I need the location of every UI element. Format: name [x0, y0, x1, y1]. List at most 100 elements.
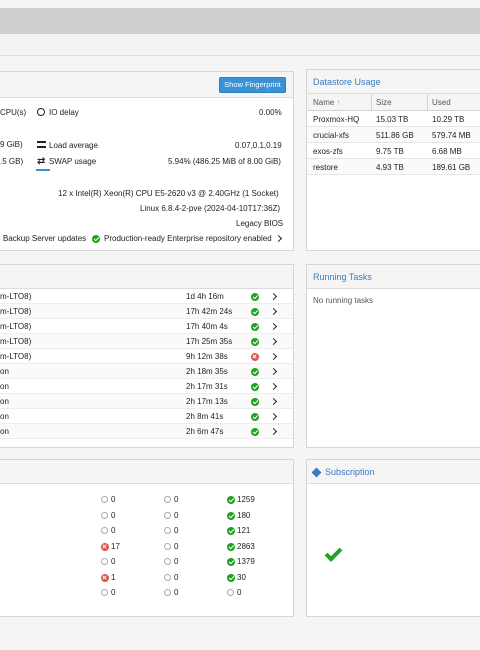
task-duration: 2h 17m 13s [186, 397, 228, 406]
task-row[interactable]: on 2h 17m 31s [0, 379, 293, 394]
task-name: m-LTO8) [0, 307, 32, 316]
count-warning[interactable]: 0 [174, 511, 178, 520]
datastore-size: 15.03 TB [376, 115, 409, 124]
task-row[interactable]: on 2h 8m 41s [0, 409, 293, 424]
task-name: m-LTO8) [0, 292, 32, 301]
unknown-icon [164, 589, 171, 596]
chevron-right-icon[interactable] [269, 337, 278, 346]
task-row[interactable]: m-LTO8) 17h 40m 4s [0, 319, 293, 334]
task-duration: 17h 25m 35s [186, 337, 233, 346]
chevron-right-icon[interactable] [269, 397, 278, 406]
task-duration: 17h 40m 4s [186, 322, 228, 331]
count-error[interactable]: 0 [111, 588, 115, 597]
count-ok[interactable]: 121 [237, 526, 250, 535]
count-ok[interactable]: 180 [237, 511, 250, 520]
error-icon [251, 352, 259, 361]
check-icon [227, 511, 235, 520]
io-delay-value: 0.00% [259, 108, 282, 117]
count-error[interactable]: 17 [111, 542, 120, 551]
task-name: m-LTO8) [0, 322, 32, 331]
chevron-right-icon[interactable] [269, 322, 278, 331]
datastore-size: 4.93 TB [376, 163, 404, 172]
task-name: on [0, 397, 9, 406]
task-name: on [0, 382, 9, 391]
task-summary-header [0, 460, 293, 484]
task-row[interactable]: on 2h 17m 13s [0, 394, 293, 409]
check-icon [251, 307, 259, 316]
count-error[interactable]: 0 [111, 526, 115, 535]
count-error[interactable]: 0 [111, 557, 115, 566]
table-row[interactable]: crucial-xfs 511.86 GB 579.74 MB [307, 127, 480, 143]
column-header-size[interactable]: Size [376, 98, 392, 107]
column-header-name[interactable]: Name ↑ [313, 98, 341, 107]
unknown-icon [227, 589, 234, 596]
datastore-used: 579.74 MB [432, 131, 471, 140]
datastore-name: crucial-xfs [313, 131, 350, 140]
unknown-icon [101, 496, 108, 503]
task-row[interactable]: m-LTO8) 9h 12m 38s [0, 349, 293, 364]
table-row[interactable]: restore 4.93 TB 189.61 GB [307, 159, 480, 175]
task-row[interactable]: m-LTO8) 17h 25m 35s [0, 334, 293, 349]
load-average-label: Load average [49, 141, 98, 150]
check-icon [227, 542, 235, 551]
task-duration: 2h 6m 47s [186, 427, 224, 436]
table-row[interactable]: Proxmox-HQ 15.03 TB 10.29 TB [307, 111, 480, 127]
task-row[interactable]: on 2h 6m 47s [0, 424, 293, 439]
task-row[interactable]: on 2h 18m 35s [0, 364, 293, 379]
count-warning[interactable]: 0 [174, 557, 178, 566]
chevron-right-icon[interactable] [269, 352, 278, 361]
swap-usage-label: SWAP usage [49, 157, 97, 166]
count-error[interactable]: 0 [111, 511, 115, 520]
count-warning[interactable]: 0 [174, 542, 178, 551]
count-error[interactable]: 0 [111, 495, 115, 504]
task-row[interactable]: m-LTO8) 1d 4h 16m [0, 289, 293, 304]
datastore-size: 9.75 TB [376, 147, 404, 156]
chevron-right-icon[interactable] [269, 307, 278, 316]
count-warning[interactable]: 0 [174, 495, 178, 504]
table-row[interactable]: exos-zfs 9.75 TB 6.68 MB [307, 143, 480, 159]
chevron-right-icon[interactable] [269, 367, 278, 376]
show-fingerprint-button[interactable]: Show Fingerprint [219, 77, 286, 93]
subscription-panel: Subscription [306, 459, 480, 617]
repository-status: Production-ready Enterprise repository e… [104, 234, 272, 243]
count-warning[interactable]: 0 [174, 526, 178, 535]
count-error[interactable]: 1 [111, 573, 115, 582]
column-header-used[interactable]: Used [432, 98, 451, 107]
task-name: on [0, 412, 9, 421]
grid-header: Name ↑ Size Used [307, 94, 480, 111]
summary-row: 17 0 2863 [0, 539, 293, 555]
tag-icon [311, 467, 322, 478]
count-warning[interactable]: 0 [174, 573, 178, 582]
check-icon [251, 382, 259, 391]
clock-icon [37, 108, 45, 116]
chevron-right-icon[interactable] [269, 427, 278, 436]
count-warning[interactable]: 0 [174, 588, 178, 597]
cpu-usage-label: CPU(s) [0, 108, 27, 117]
unknown-icon [101, 527, 108, 534]
check-icon [92, 234, 100, 243]
subscription-header: Subscription [307, 460, 480, 484]
summary-row: 0 0 1379 [0, 554, 293, 570]
count-ok[interactable]: 30 [237, 573, 246, 582]
check-icon [227, 558, 235, 566]
subscription-title: Subscription [325, 467, 375, 477]
count-ok[interactable]: 1259 [237, 495, 255, 504]
kernel-version: Linux 6.8.4-2-pve (2024-04-10T17:36Z) [140, 204, 281, 213]
datastore-used: 10.29 TB [432, 115, 465, 124]
count-ok[interactable]: 1379 [237, 557, 255, 566]
cpu-model: 12 x Intel(R) Xeon(R) CPU E5-2620 v3 @ 2… [58, 189, 279, 198]
column-divider [371, 94, 372, 111]
running-tasks-title: Running Tasks [307, 265, 480, 289]
check-icon [227, 573, 235, 582]
load-average-value: 0.07,0.1,0.19 [235, 141, 282, 150]
count-ok[interactable]: 2863 [237, 542, 255, 551]
count-ok[interactable]: 0 [237, 588, 241, 597]
chevron-right-icon[interactable] [269, 292, 278, 301]
unknown-icon [164, 558, 171, 565]
task-row[interactable]: m-LTO8) 17h 42m 24s [0, 304, 293, 319]
swap-usage-bar [36, 169, 50, 171]
chevron-right-icon[interactable] [269, 412, 278, 421]
chevron-right-icon[interactable] [269, 382, 278, 391]
tasks-panel: m-LTO8) 1d 4h 16m m-LTO8) 17h 42m 24s m-LTO8… [0, 264, 294, 448]
check-icon [251, 397, 259, 406]
